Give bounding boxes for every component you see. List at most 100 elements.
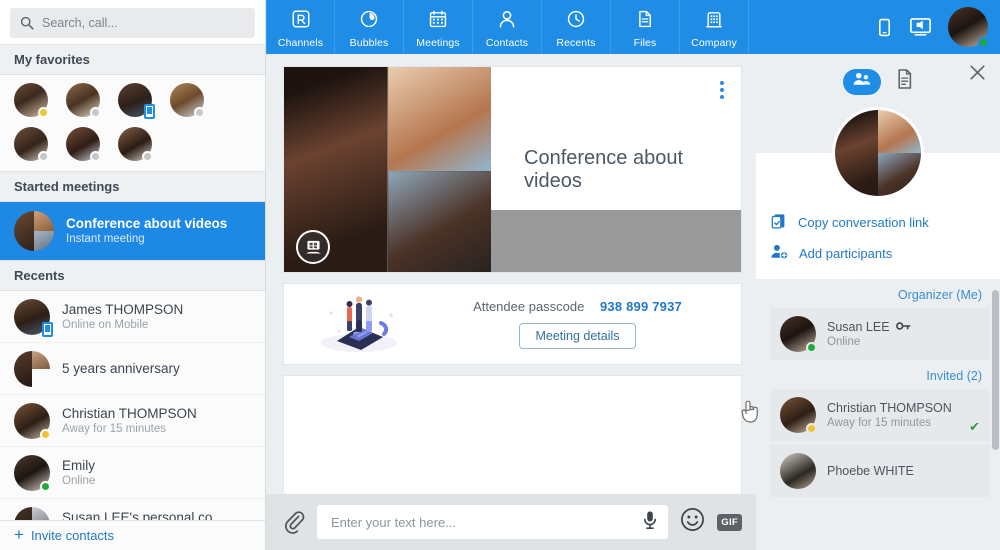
favorite-avatar[interactable] bbox=[14, 83, 49, 118]
conference-photo-collage bbox=[284, 67, 491, 272]
participant-row-organizer[interactable]: Susan LEE Online bbox=[770, 308, 990, 360]
list-item[interactable]: 5 years anniversary bbox=[0, 343, 265, 395]
screen-share-icon[interactable] bbox=[909, 17, 932, 37]
nav-item-files[interactable]: Files bbox=[611, 0, 680, 54]
meeting-details-button[interactable]: Meeting details bbox=[519, 323, 636, 349]
kebab-menu-icon[interactable] bbox=[720, 81, 724, 99]
group-avatar-collage bbox=[14, 350, 50, 387]
nav-label: Meetings bbox=[416, 37, 460, 49]
accepted-check-icon: ✔ bbox=[969, 419, 980, 434]
status-dot-away bbox=[40, 428, 51, 440]
document-icon bbox=[895, 68, 914, 95]
bubbles-icon bbox=[359, 9, 379, 34]
favorite-avatar[interactable] bbox=[66, 83, 101, 118]
tab-participants[interactable] bbox=[842, 68, 881, 95]
avatar bbox=[14, 298, 53, 337]
search-bar-container bbox=[0, 0, 265, 44]
add-participant-icon bbox=[770, 243, 789, 264]
status-dot-online bbox=[806, 342, 817, 353]
paperclip-icon[interactable] bbox=[283, 510, 305, 534]
passcode-label: Attendee passcode bbox=[473, 299, 585, 314]
nav-label: Company bbox=[691, 37, 737, 49]
building-icon bbox=[704, 9, 724, 34]
status-dot-offline bbox=[90, 151, 101, 162]
started-meetings-section-header: Started meetings bbox=[0, 171, 265, 202]
sidebar-item-conference-about-videos[interactable]: Conference about videos Instant meeting bbox=[0, 202, 265, 260]
status-dot-offline bbox=[194, 107, 205, 118]
favorites-grid bbox=[0, 75, 265, 171]
top-navigation-bar: Channels Bubbles Meetings Contacts Recen bbox=[266, 0, 1000, 54]
contact-name: Christian THOMPSON bbox=[62, 405, 197, 421]
avatar[interactable] bbox=[948, 7, 989, 48]
list-item[interactable]: Emily Online bbox=[0, 447, 265, 499]
avatar bbox=[780, 316, 817, 353]
recents-section-header: Recents bbox=[0, 260, 265, 291]
favorite-avatar[interactable] bbox=[66, 127, 101, 162]
participant-name-row: Susan LEE bbox=[827, 319, 911, 335]
mobile-presence-icon bbox=[42, 321, 53, 337]
organizer-group-label: Organizer (Me) bbox=[756, 279, 1000, 308]
status-dot-offline bbox=[142, 151, 153, 162]
mobile-phone-icon[interactable] bbox=[876, 18, 893, 37]
close-icon[interactable] bbox=[969, 64, 986, 86]
nav-item-company[interactable]: Company bbox=[680, 0, 749, 54]
microphone-icon[interactable] bbox=[642, 510, 658, 535]
left-sidebar: My favorites bbox=[0, 0, 266, 550]
nav-item-contacts[interactable]: Contacts bbox=[473, 0, 542, 54]
conversation-avatar bbox=[756, 107, 1000, 199]
gif-button[interactable]: GIF bbox=[717, 513, 742, 531]
clock-icon bbox=[566, 9, 586, 34]
nav-item-bubbles[interactable]: Bubbles bbox=[335, 0, 404, 54]
people-icon bbox=[852, 71, 872, 92]
avatar bbox=[780, 397, 817, 434]
participant-row-invited[interactable]: Christian THOMPSON Away for 15 minutes ✔ bbox=[770, 389, 990, 441]
contact-status: Away for 15 minutes bbox=[62, 422, 166, 435]
invite-contacts-button[interactable]: + Invite contacts bbox=[0, 520, 265, 550]
status-dot-offline bbox=[90, 107, 101, 118]
nav-label: Channels bbox=[277, 37, 324, 49]
invite-contacts-label: Invite contacts bbox=[30, 528, 115, 543]
copy-conversation-link-button[interactable]: Copy conversation link bbox=[756, 207, 1000, 238]
avatar bbox=[780, 453, 816, 489]
calendar-icon bbox=[428, 9, 448, 34]
add-participants-button[interactable]: Add participants bbox=[756, 238, 1000, 269]
favorite-avatar[interactable] bbox=[170, 83, 205, 118]
passcode-card: Attendee passcode 938 899 7937 Meeting d… bbox=[283, 283, 742, 365]
file-icon bbox=[635, 9, 655, 34]
contact-name: James THOMPSON bbox=[62, 301, 184, 317]
participant-name: Christian THOMPSON bbox=[827, 400, 952, 415]
tab-documents[interactable] bbox=[895, 68, 914, 95]
status-dot-away bbox=[806, 423, 817, 434]
favorites-section-header: My favorites bbox=[0, 44, 265, 75]
emoji-icon[interactable] bbox=[680, 507, 705, 537]
favorite-avatar[interactable] bbox=[118, 127, 153, 162]
meeting-avatar-collage bbox=[14, 211, 54, 251]
avatar bbox=[14, 454, 51, 492]
participant-row-invited[interactable]: Phoebe WHITE bbox=[770, 445, 990, 497]
meeting-title: Conference about videos bbox=[66, 216, 228, 231]
passcode-value: 938 899 7937 bbox=[600, 299, 682, 314]
copy-link-icon bbox=[770, 212, 788, 233]
status-dot-online bbox=[40, 480, 51, 492]
nav-item-channels[interactable]: Channels bbox=[266, 0, 335, 54]
favorite-avatar[interactable] bbox=[118, 83, 155, 119]
list-item[interactable]: Christian THOMPSON Away for 15 minutes bbox=[0, 395, 265, 447]
list-item[interactable]: James THOMPSON Online on Mobile bbox=[0, 291, 265, 343]
message-input-container[interactable] bbox=[317, 505, 669, 539]
key-icon bbox=[895, 319, 911, 335]
recents-list: James THOMPSON Online on Mobile 5 years … bbox=[0, 291, 265, 550]
search-box[interactable] bbox=[10, 8, 255, 38]
contact-status: Online on Mobile bbox=[62, 318, 149, 331]
mobile-presence-icon bbox=[144, 104, 155, 119]
nav-item-recents[interactable]: Recents bbox=[542, 0, 611, 54]
meeting-subtitle: Instant meeting bbox=[66, 233, 145, 245]
conference-video-band bbox=[491, 210, 741, 272]
panel-scrollbar[interactable] bbox=[992, 290, 999, 450]
search-input[interactable] bbox=[42, 16, 245, 30]
conference-header-card: Conference about videos bbox=[283, 66, 742, 273]
message-input[interactable] bbox=[331, 514, 635, 530]
favorite-avatar[interactable] bbox=[14, 127, 49, 162]
nav-item-meetings[interactable]: Meetings bbox=[404, 0, 473, 54]
conversation-panel: Conference about videos Attendee passcod… bbox=[266, 54, 756, 550]
topbar-right-actions bbox=[876, 0, 1000, 54]
